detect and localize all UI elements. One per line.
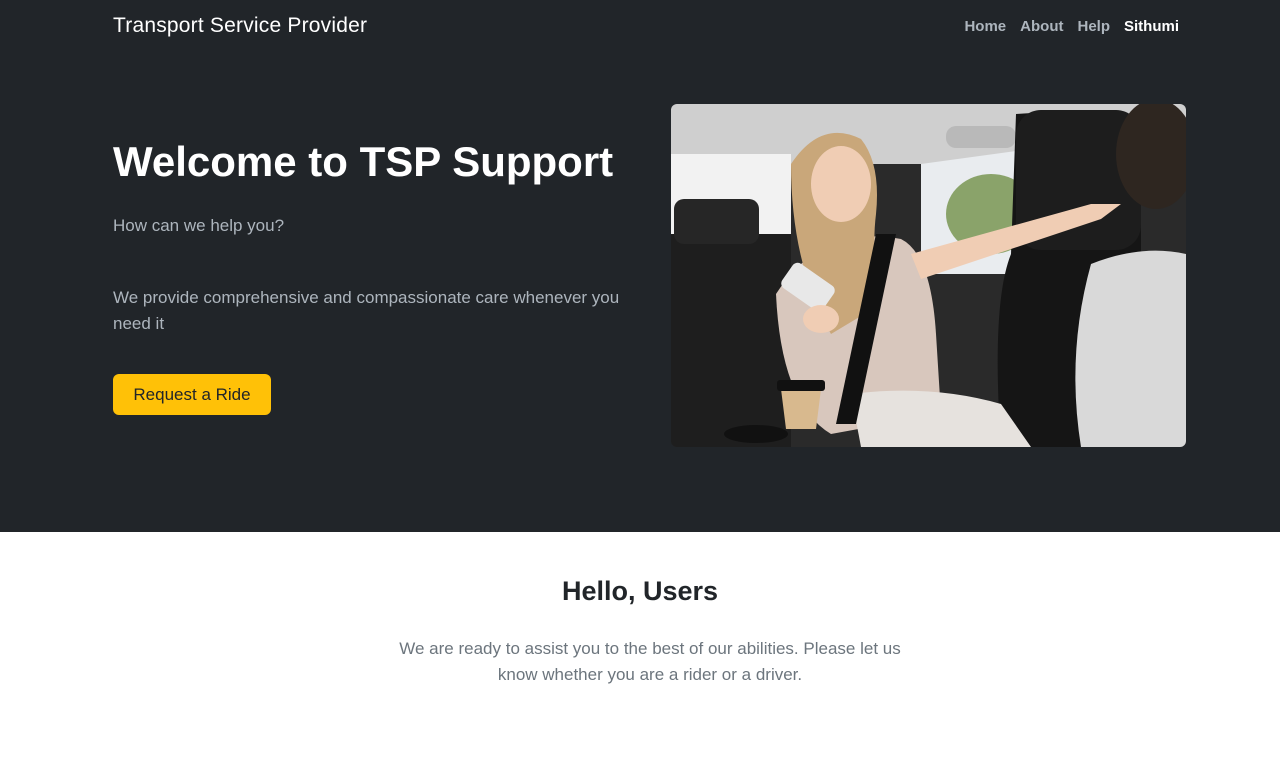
hero-description: We provide comprehensive and compassiona…	[113, 288, 620, 333]
hero-title: Welcome to TSP Support	[113, 138, 614, 185]
nav-links: Home About Help Sithumi	[964, 18, 1179, 35]
hero-image	[671, 104, 1186, 447]
nav-about[interactable]: About	[1020, 18, 1063, 35]
request-ride-button[interactable]: Request a Ride	[113, 374, 271, 415]
brand-logo[interactable]: Transport Service Provider	[113, 14, 367, 38]
navbar: Transport Service Provider Home About He…	[0, 0, 1280, 56]
nav-help[interactable]: Help	[1077, 18, 1110, 35]
nav-user-profile[interactable]: Sithumi	[1124, 18, 1179, 35]
intro-section: Hello, Users We are ready to assist you …	[0, 532, 1280, 766]
intro-title: Hello, Users	[561, 576, 719, 606]
hero-section: Transport Service Provider Home About He…	[0, 0, 1280, 532]
intro-text: We are ready to assist you to the best o…	[399, 639, 901, 684]
hero-lead: How can we help you?	[113, 216, 285, 235]
nav-home[interactable]: Home	[964, 18, 1006, 35]
